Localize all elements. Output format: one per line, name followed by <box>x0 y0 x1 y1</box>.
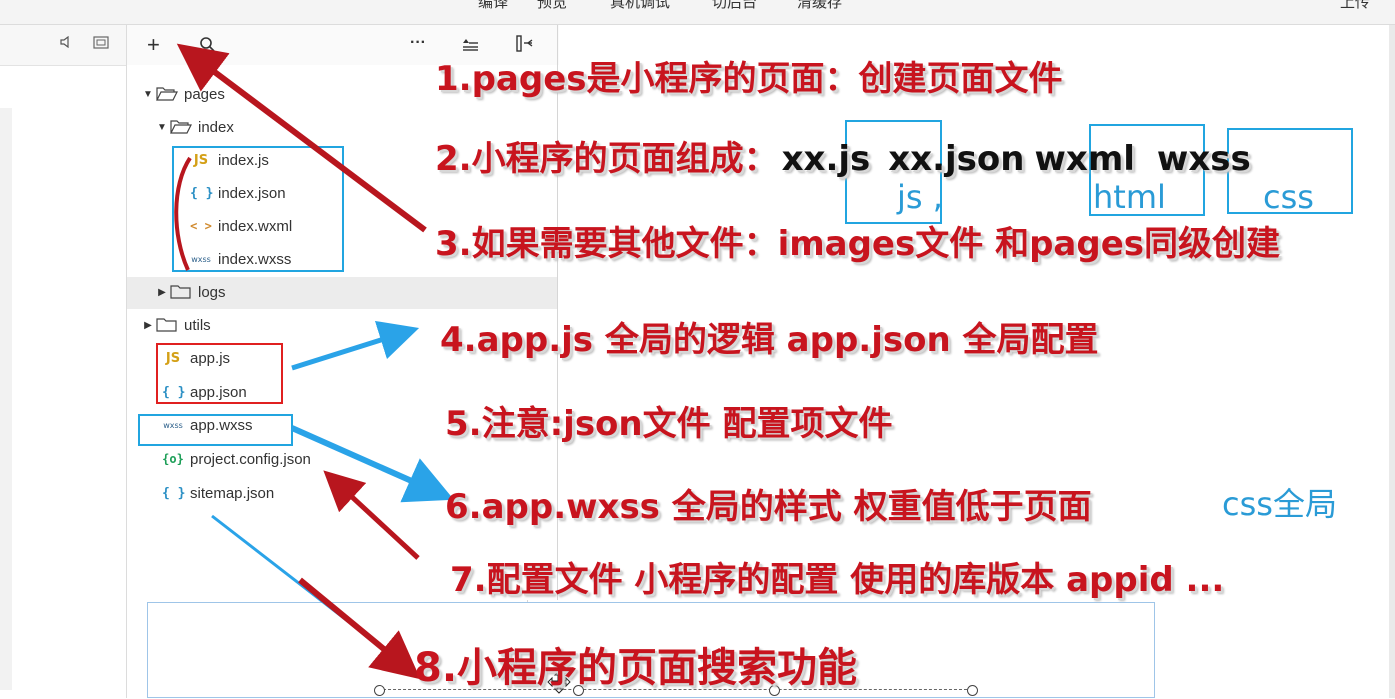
note-2-wxss: wxss <box>1156 139 1251 179</box>
label-css-global: css全局 <box>1222 485 1337 523</box>
note-4: 4.app.js 全局的逻辑 app.json 全局配置 <box>440 320 1099 360</box>
note-8: 8.小程序的页面搜索功能 <box>414 645 858 691</box>
note-2-js: xx.js <box>781 139 871 179</box>
note-3: 3.如果需要其他文件：images文件 和pages同级创建 <box>435 224 1280 264</box>
arrow-to-add <box>176 43 427 233</box>
bracket-curve <box>174 156 192 271</box>
arrow-to-project-config <box>323 470 420 560</box>
note-7: 7.配置文件 小程序的配置 使用的库版本 appid ... <box>450 560 1225 600</box>
note-2: 2.小程序的页面组成： xx.js xx.json wxml wxss <box>435 131 1251 180</box>
note-2-json: xx.json <box>888 139 1025 179</box>
label-html: html <box>1093 178 1166 216</box>
label-js: js , <box>897 178 943 216</box>
label-css: css <box>1263 178 1314 216</box>
note-2-prefix: 2.小程序的页面组成： <box>435 139 778 179</box>
arrow-to-app-config <box>291 320 420 371</box>
note-2-wxml: wxml <box>1034 139 1135 179</box>
note-5: 5.注意:json文件 配置项文件 <box>445 404 893 444</box>
note-1: 1.pages是小程序的页面：创建页面文件 <box>435 59 1063 99</box>
arrow-sitemap-red <box>298 577 421 680</box>
arrow-from-app-wxss <box>290 425 454 503</box>
note-6: 6.app.wxss 全局的样式 权重值低于页面 <box>445 487 1092 527</box>
